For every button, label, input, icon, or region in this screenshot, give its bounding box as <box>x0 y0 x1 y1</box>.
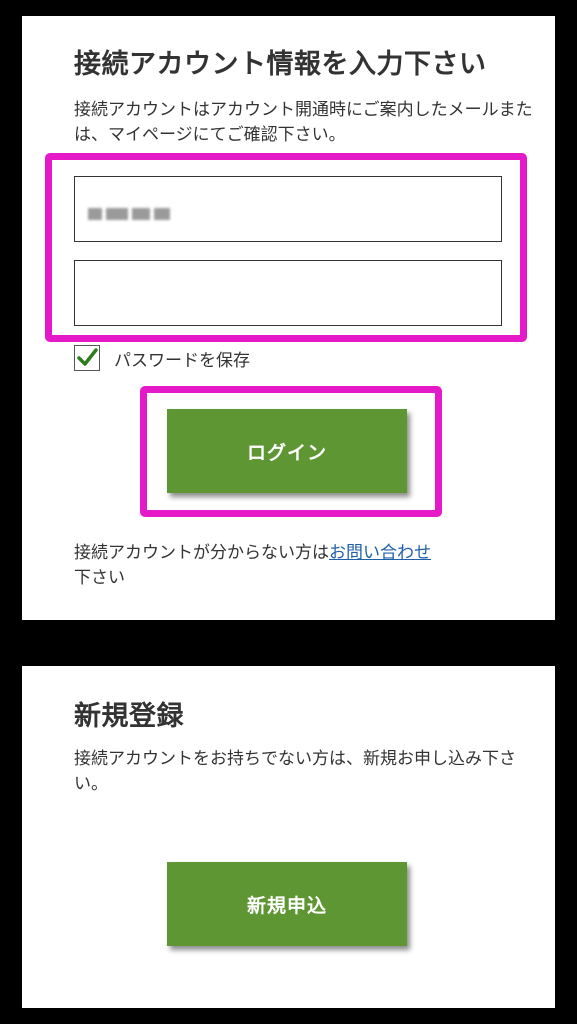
register-description: 接続アカウントをお持ちでない方は、新規お申し込み下さい。 <box>74 749 516 794</box>
register-card: 新規登録 接続アカウントをお持ちでない方は、新規お申し込み下さい。 新規申込 <box>22 666 555 1008</box>
login-card: 接続アカウント情報を入力下さい 接続アカウントはアカウント開通時にご案内したメー… <box>22 16 555 620</box>
checkmark-icon <box>77 348 98 366</box>
login-title: 接続アカウント情報を入力下さい <box>74 49 487 80</box>
help-text-before: 接続アカウントが分からない方は <box>74 543 329 563</box>
remember-password-checkbox[interactable] <box>74 345 100 371</box>
login-description: 接続アカウントはアカウント開通時にご案内したメールまたは、マイページにてご確認下… <box>74 100 533 145</box>
remember-password-label: パスワードを保存 <box>114 350 250 371</box>
login-button[interactable]: ログイン <box>167 409 407 493</box>
register-title: 新規登録 <box>74 701 184 732</box>
help-text-after: 下さい <box>74 568 125 588</box>
account-input[interactable] <box>74 176 502 242</box>
remember-password-row[interactable]: パスワードを保存 <box>74 345 250 371</box>
new-application-button[interactable]: 新規申込 <box>167 862 407 946</box>
contact-link[interactable]: お問い合わせ <box>329 543 431 563</box>
help-text: 接続アカウントが分からない方はお問い合わせ下さい <box>74 541 534 591</box>
password-input[interactable] <box>74 260 502 326</box>
